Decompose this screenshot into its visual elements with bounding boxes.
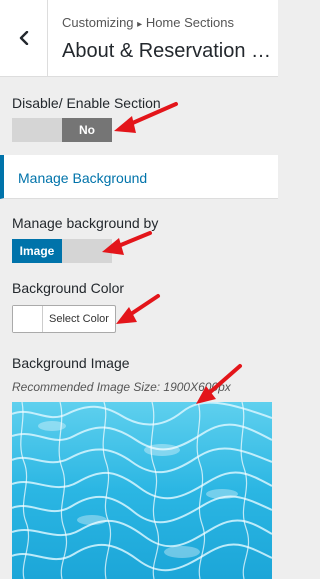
breadcrumb-section: Home Sections [145, 15, 234, 30]
image-size-hint: Recommended Image Size: 1900X600px [12, 380, 231, 394]
section-toggle[interactable]: No [12, 118, 112, 142]
toggle-image-segment[interactable]: Image [12, 239, 62, 263]
toggle-color-segment[interactable] [62, 239, 112, 263]
panel-header: Customizing ▸ Home Sections About & Rese… [0, 0, 278, 77]
arrow-icon [116, 294, 160, 324]
breadcrumb-root: Customizing [62, 15, 134, 30]
color-swatch [13, 306, 43, 332]
select-color-button[interactable]: Select Color [12, 305, 116, 333]
background-by-label: Manage background by [12, 215, 159, 231]
select-color-label: Select Color [49, 313, 109, 325]
breadcrumb: Customizing ▸ Home Sections [62, 15, 234, 30]
background-color-label: Background Color [12, 280, 125, 296]
tab-manage-background[interactable]: Manage Background [0, 155, 278, 199]
toggle-off-segment[interactable] [12, 118, 62, 142]
chevron-left-icon [19, 31, 28, 45]
section-toggle-label: Disable/ Enable Section [12, 95, 161, 111]
background-image-preview[interactable] [12, 402, 272, 579]
background-image-label: Background Image [12, 355, 130, 371]
back-button[interactable] [0, 0, 48, 76]
panel-title: About & Reservation Section [62, 40, 274, 62]
tab-manage-background-label: Manage Background [18, 170, 148, 186]
breadcrumb-separator: ▸ [137, 19, 143, 30]
background-by-toggle[interactable]: Image [12, 239, 112, 263]
toggle-no-segment[interactable]: No [62, 118, 112, 142]
water-image [12, 402, 272, 579]
